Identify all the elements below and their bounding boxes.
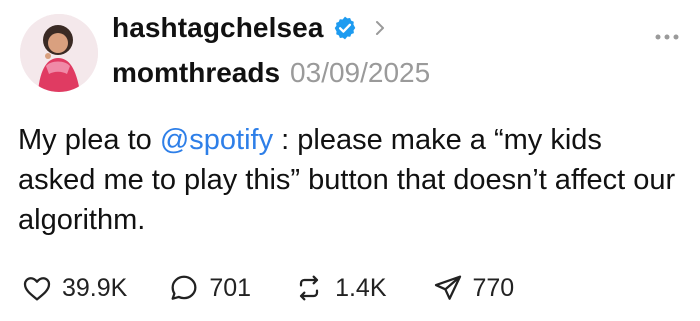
heart-icon [23,277,51,301]
send-icon [434,275,461,300]
share-count: 770 [472,273,515,302]
post-text-start: My plea to [18,124,160,156]
avatar[interactable] [20,14,98,92]
reply-count: 701 [209,273,252,302]
repost-button[interactable]: 1.4K [291,272,387,304]
post-text: My plea to @spotify : please make a “my … [18,120,678,240]
thread-name[interactable]: momthreads [112,57,280,89]
action-bar: 39.9K 701 1.4K 770 [20,272,514,304]
mention-link[interactable]: @spotify [160,124,273,156]
more-dots-icon [655,34,679,40]
share-button[interactable]: 770 [431,272,515,304]
repost-count: 1.4K [335,273,387,302]
like-button[interactable]: 39.9K [20,272,127,304]
username[interactable]: hashtagchelsea [112,12,324,44]
repost-icon [299,275,319,301]
post-header: hashtagchelsea [112,12,390,44]
chevron-right-icon[interactable] [370,18,390,38]
like-count: 39.9K [62,273,128,302]
thread-info: momthreads 03/09/2025 [112,57,430,89]
post-date: 03/09/2025 [290,57,431,88]
verified-badge-icon [334,16,355,40]
profile-photo [20,14,98,92]
reply-button[interactable]: 701 [167,272,251,304]
more-options-button[interactable] [654,28,680,46]
comment-icon [171,275,197,300]
